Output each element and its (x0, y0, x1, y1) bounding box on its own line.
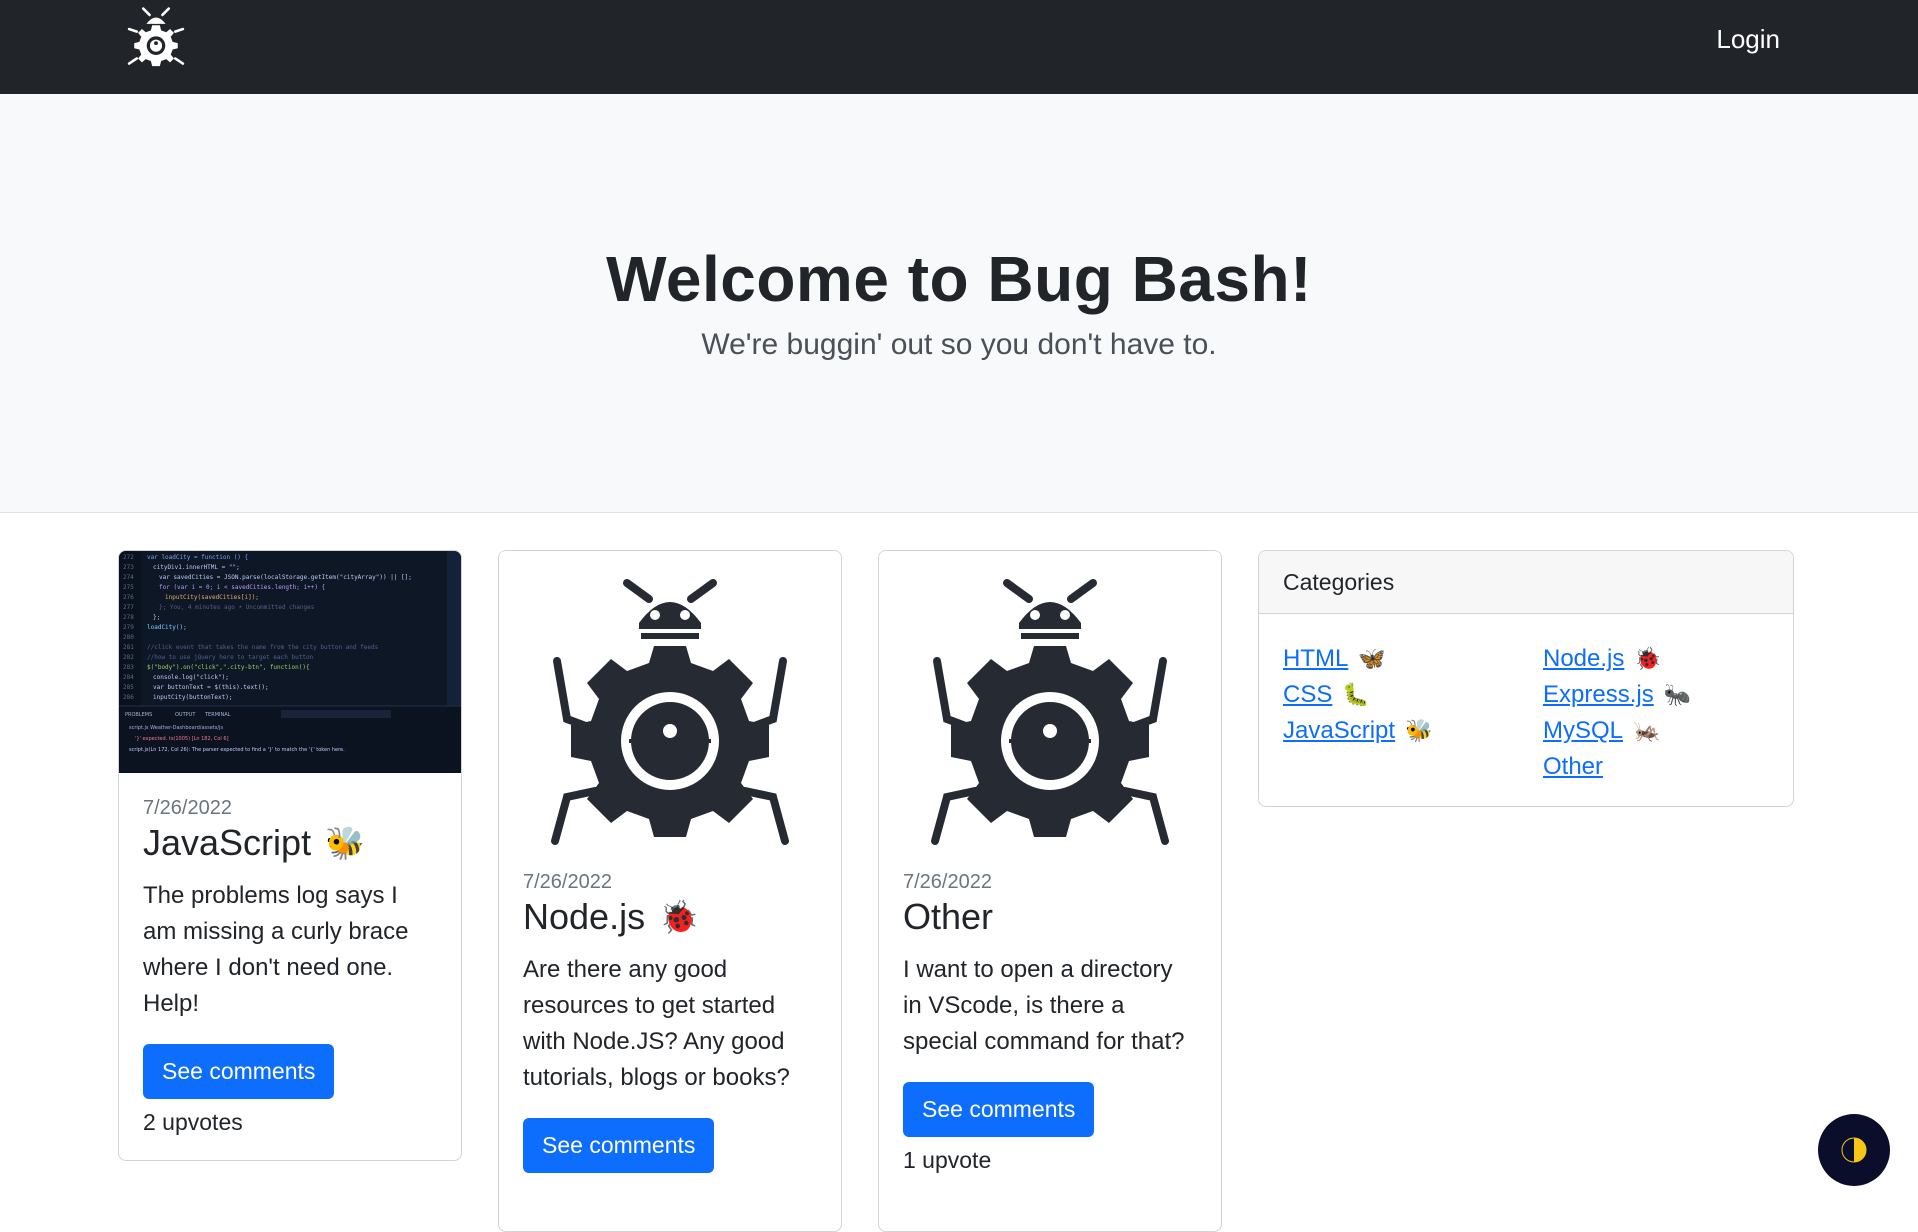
post-category: JavaScript (143, 822, 312, 863)
svg-text:script.js(Ln 172, Col 26): The: script.js(Ln 172, Col 26): The parser ex… (129, 747, 345, 753)
svg-text:PROBLEMS: PROBLEMS (125, 712, 152, 718)
post-text: I want to open a directory in VScode, is… (903, 956, 1185, 1055)
hero-section: Welcome to Bug Bash! We're buggin' out s… (0, 94, 1918, 513)
post-text: The problems log says I am missing a cur… (143, 882, 409, 1017)
ladybug-icon: 🐞 (1634, 646, 1662, 671)
svg-text:281: 281 (123, 644, 134, 651)
svg-text:283: 283 (123, 664, 134, 671)
bee-icon: 🐝 (325, 825, 365, 861)
see-comments-button[interactable]: See comments (903, 1082, 1095, 1137)
bug-gear-icon (879, 551, 1221, 871)
svg-text://how to use jQuery here to ta: //how to use jQuery here to target each … (147, 654, 314, 661)
svg-text:};: }; (153, 614, 160, 621)
post-date: 7/26/2022 (903, 871, 992, 893)
svg-text:280: 280 (123, 634, 134, 641)
hero-subtitle: We're buggin' out so you don't have to. (701, 328, 1217, 361)
half-moon-icon (1841, 1137, 1867, 1163)
category-link-html[interactable]: HTML 🦋 (1283, 641, 1432, 677)
svg-text:TERMINAL: TERMINAL (204, 712, 231, 718)
svg-text:274: 274 (123, 574, 134, 581)
category-link-other[interactable]: Other (1543, 749, 1691, 785)
svg-text:286: 286 (123, 694, 134, 701)
ant-icon: 🐜 (1663, 682, 1692, 707)
svg-text:285: 285 (123, 684, 134, 691)
svg-text:}; You, 4 minutes ago • Unco: }; You, 4 minutes ago • Uncommitted chan… (159, 604, 315, 611)
svg-text:$("body").on("click",".city-bt: $("body").on("click",".city-btn", functi… (147, 664, 310, 671)
svg-text:loadCity();: loadCity(); (147, 624, 187, 631)
svg-text://click event that takes the n: //click event that takes the name from t… (147, 644, 379, 651)
categories-header: Categories (1259, 551, 1793, 614)
post-card: 7/26/2022 Other I want to open a directo… (878, 550, 1222, 1232)
svg-text:277: 277 (123, 604, 134, 611)
categories-left-column: HTML 🦋 CSS 🐛 JavaScript 🐝 (1283, 641, 1432, 749)
post-date: 7/26/2022 (523, 871, 612, 893)
svg-text:inputCity(savedCities[i]);: inputCity(savedCities[i]); (165, 594, 259, 601)
see-comments-button[interactable]: See comments (523, 1118, 715, 1173)
svg-text:284: 284 (123, 674, 134, 681)
post-card-body: 7/26/2022 JavaScript 🐝 The problems log … (119, 773, 461, 1160)
svg-text:console.log("click");: console.log("click"); (153, 674, 229, 681)
svg-text:var loadCity = function () {: var loadCity = function () { (147, 554, 248, 561)
cricket-icon: 🦗 (1633, 718, 1661, 743)
ladybug-icon: 🐞 (659, 899, 699, 935)
post-card: 7/26/2022 Node.js 🐞 Are there any good r… (498, 550, 842, 1232)
post-card-body: 7/26/2022 Other I want to open a directo… (879, 871, 1221, 1198)
svg-text:276: 276 (123, 594, 134, 601)
upvote-count: 1 upvote (903, 1147, 992, 1173)
category-link-nodejs[interactable]: Node.js 🐞 (1543, 641, 1691, 677)
svg-text:var buttonText = $(this).text(: var buttonText = $(this).text(); (153, 684, 269, 691)
categories-right-column: Node.js 🐞 Express.js 🐜 MySQL 🦗 Other (1543, 641, 1691, 785)
svg-text:OUTPUT: OUTPUT (175, 712, 196, 718)
post-date: 7/26/2022 (143, 797, 232, 819)
theme-toggle-button[interactable] (1818, 1114, 1890, 1186)
caterpillar-icon: 🐛 (1342, 682, 1370, 707)
post-card: 272 273 274 275 276 277 278 279 280 281 282 283 … (118, 550, 462, 1161)
post-card-body: 7/26/2022 Node.js 🐞 Are there any good r… (499, 871, 841, 1197)
svg-text:for (var i = 0; i < savedCitie: for (var i = 0; i < savedCities.length; … (159, 584, 325, 591)
post-category: Other (903, 896, 994, 937)
bug-gear-logo-icon[interactable] (124, 6, 188, 70)
post-title: JavaScript 🐝 (143, 822, 437, 864)
post-title: Other (903, 896, 1197, 938)
category-link-javascript[interactable]: JavaScript 🐝 (1283, 713, 1432, 749)
svg-text:282: 282 (123, 654, 134, 661)
svg-text:273: 273 (123, 564, 134, 571)
butterfly-icon: 🦋 (1358, 646, 1386, 671)
category-link-mysql[interactable]: MySQL 🦗 (1543, 713, 1691, 749)
categories-panel: Categories HTML 🦋 CSS 🐛 JavaScript 🐝 Node.j… (1258, 550, 1794, 807)
svg-text:var savedCities = JSON.parse(l: var savedCities = JSON.parse(localStorag… (159, 574, 412, 581)
upvote-count: 2 upvotes (143, 1109, 243, 1135)
post-category: Node.js (523, 896, 646, 937)
svg-text:inputCity(buttonText);: inputCity(buttonText); (153, 694, 232, 701)
svg-text:272: 272 (123, 554, 134, 561)
post-title: Node.js 🐞 (523, 896, 817, 938)
svg-text:cityDiv1.innerHTML = "";: cityDiv1.innerHTML = ""; (153, 564, 240, 571)
hero-title: Welcome to Bug Bash! (606, 243, 1312, 315)
svg-text:279: 279 (123, 624, 134, 631)
svg-text:275: 275 (123, 584, 134, 591)
login-link[interactable]: Login (1716, 24, 1780, 55)
svg-text:script.js Weather-Dashboard/a: script.js Weather-Dashboard/assets/js (129, 725, 223, 731)
code-screenshot-image: 272273274 275276277 278279280 281282283 … (119, 551, 461, 773)
see-comments-button[interactable]: See comments (143, 1044, 335, 1099)
svg-text:'}' expected. ts(1005) [Ln 182: '}' expected. ts(1005) [Ln 182, Col 6] (135, 736, 229, 742)
navbar: Login (0, 0, 1918, 94)
bee-icon: 🐝 (1405, 718, 1433, 743)
svg-text:278: 278 (123, 614, 134, 621)
category-link-expressjs[interactable]: Express.js 🐜 (1543, 677, 1691, 713)
post-text: Are there any good resources to get star… (523, 956, 790, 1091)
bug-gear-icon (499, 551, 841, 871)
category-link-css[interactable]: CSS 🐛 (1283, 677, 1432, 713)
